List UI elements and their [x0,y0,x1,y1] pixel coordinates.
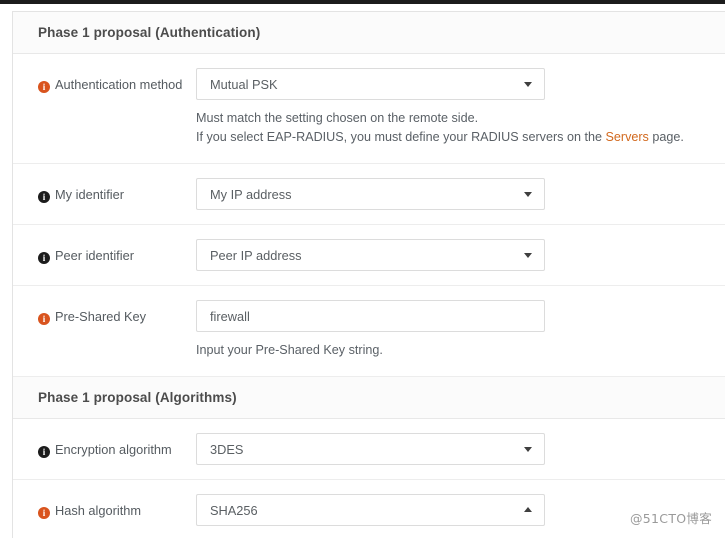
label-text: Pre-Shared Key [55,309,147,324]
label-peer-identifier: i Peer identifier [13,239,196,265]
my-identifier-value: My IP address [210,186,292,202]
label-text: My identifier [55,187,124,202]
info-icon[interactable]: i [38,313,50,325]
form-row-hash-algorithm: iHash algorithm SHA256 Must match the se… [13,480,725,538]
servers-link[interactable]: Servers [605,130,648,144]
field-pre-shared-key: firewall Input your Pre-Shared Key strin… [196,300,725,360]
chevron-down-icon [524,192,532,197]
encryption-algorithm-select[interactable]: 3DES [196,433,545,465]
pre-shared-key-input[interactable]: firewall [196,300,545,332]
form-row-my-identifier: i My identifier My IP address [13,164,725,225]
chevron-down-icon [524,447,532,452]
label-hash-algorithm: i Hash algorithm [13,494,196,520]
info-icon[interactable]: i [38,252,50,264]
form-row-pre-shared-key: i Pre-Shared Key firewall Input your Pre-… [13,286,725,377]
chevron-down-icon [524,253,532,258]
field-peer-identifier: Peer IP address [196,239,725,271]
pre-shared-key-value: firewall [210,308,250,324]
help-line-2-prefix: If you select EAP-RADIUS, you must defin… [196,130,606,144]
chevron-up-icon [524,507,532,512]
watermark: @51CTO博客 [629,511,712,526]
my-identifier-select[interactable]: My IP address [196,178,545,210]
info-icon[interactable]: i [38,507,50,519]
form-row-authentication-method: i Authentication method Mutual PSK Must m… [13,54,725,164]
encryption-algorithm-value: 3DES [210,441,244,457]
form-row-peer-identifier: i Peer identifier Peer IP address [13,225,725,286]
info-icon[interactable]: i [38,446,50,458]
info-icon[interactable]: i [38,81,50,93]
label-text: Authentication method [55,77,183,92]
section-header-authentication: Phase 1 proposal (Authentication) [13,12,725,54]
field-authentication-method: Mutual PSK Must match the setting chosen… [196,68,725,147]
help-pre-shared-key: Input your Pre-Shared Key string. [196,341,705,360]
top-dark-bar [0,0,725,4]
peer-identifier-select[interactable]: Peer IP address [196,239,545,271]
peer-identifier-value: Peer IP address [210,247,302,263]
hash-algorithm-value: SHA256 [210,502,258,518]
label-authentication-method: i Authentication method [13,68,196,94]
label-encryption-algorithm: i Encryption algorithm [13,433,196,459]
help-line-1: Input your Pre-Shared Key string. [196,343,383,357]
label-text: Peer identifier [55,248,134,263]
chevron-down-icon [524,82,532,87]
authentication-method-value: Mutual PSK [210,76,278,92]
field-my-identifier: My IP address [196,178,725,210]
page-root: Phase 1 proposal (Authentication) i Authe… [0,0,725,538]
label-text: Encryption algorithm [55,442,172,457]
help-line-2: If you select EAP-RADIUS, you must defin… [196,128,705,147]
authentication-method-select[interactable]: Mutual PSK [196,68,545,100]
hash-algorithm-select[interactable]: SHA256 [196,494,545,526]
info-icon[interactable]: i [38,191,50,203]
label-text: Hash algorithm [55,503,142,518]
field-encryption-algorithm: 3DES [196,433,725,465]
settings-panel: Phase 1 proposal (Authentication) i Authe… [12,11,725,538]
help-line-1: Must match the setting chosen on the rem… [196,111,479,125]
help-line-2-suffix: page. [648,130,684,144]
label-pre-shared-key: i Pre-Shared Key [13,300,196,326]
form-row-encryption-algorithm: i Encryption algorithm 3DES [13,419,725,480]
section-header-algorithms: Phase 1 proposal (Algorithms) [13,377,725,419]
help-authentication-method: Must match the setting chosen on the rem… [196,109,705,147]
label-my-identifier: i My identifier [13,178,196,204]
